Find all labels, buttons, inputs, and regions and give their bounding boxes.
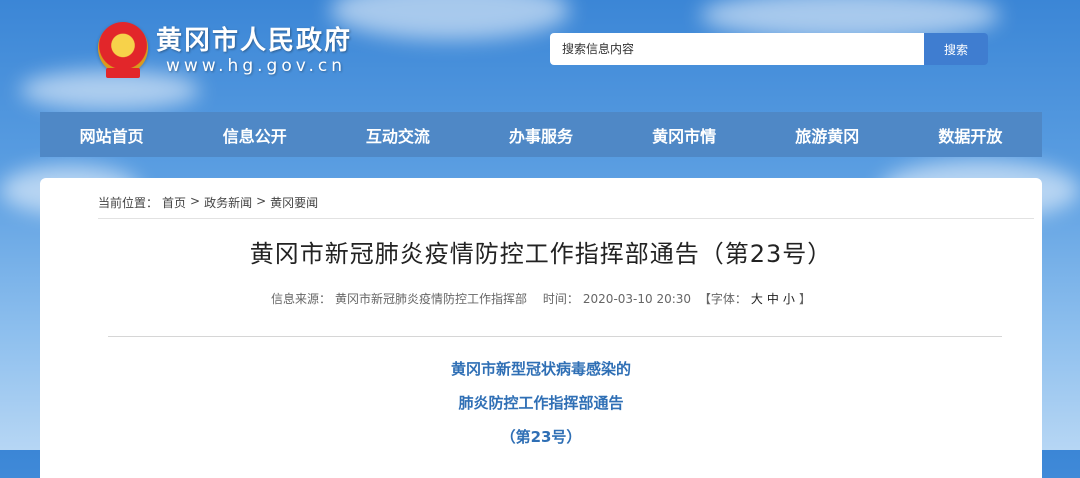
site-name[interactable]: 黄冈市人民政府 xyxy=(156,20,352,57)
notice-heading-line-1: 黄冈市新型冠状病毒感染的 xyxy=(450,360,631,378)
font-size-small-button[interactable]: 小 xyxy=(783,292,795,306)
breadcrumb-home[interactable]: 首页 xyxy=(162,194,186,211)
time-label: 时间： xyxy=(542,292,579,306)
font-size-close-bracket: 】 xyxy=(798,292,811,306)
font-size-medium-button[interactable]: 中 xyxy=(767,292,779,306)
nav-item-info-disclosure[interactable]: 信息公开 xyxy=(183,112,326,157)
nav-item-tourism[interactable]: 旅游黄冈 xyxy=(756,112,899,157)
article-panel: 当前位置： 首页 > 政务新闻 > 黄冈要闻 黄冈市新冠肺炎疫情防控工作指挥部通… xyxy=(40,178,1042,478)
nav-item-city-info[interactable]: 黄冈市情 xyxy=(613,112,756,157)
breadcrumb-separator: > xyxy=(256,194,267,208)
nav-item-open-data[interactable]: 数据开放 xyxy=(899,112,1042,157)
notice-heading-line-2: 肺炎防控工作指挥部通告 xyxy=(458,394,624,412)
notice-heading-line-3: （第23号） xyxy=(500,428,582,446)
breadcrumb-prefix: 当前位置： xyxy=(98,196,159,210)
font-size-label: 【字体： xyxy=(698,292,747,306)
breadcrumb-separator: > xyxy=(190,194,201,208)
article-meta: 信息来源： 黄冈市新冠肺炎疫情防控工作指挥部 时间： 2020-03-10 20:3… xyxy=(40,290,1042,307)
breadcrumb-gov-news[interactable]: 政务新闻 xyxy=(204,194,252,211)
site-header: 黄冈市人民政府 www.hg.gov.cn 搜索 xyxy=(0,0,1080,112)
time-value: 2020-03-10 20:30 xyxy=(582,292,692,306)
breadcrumb-hg-news[interactable]: 黄冈要闻 xyxy=(270,194,318,211)
site-url: www.hg.gov.cn xyxy=(166,56,346,76)
search-input[interactable] xyxy=(550,33,924,65)
divider xyxy=(98,218,1034,219)
source-value: 黄冈市新冠肺炎疫情防控工作指挥部 xyxy=(335,292,528,306)
nav-item-interaction[interactable]: 互动交流 xyxy=(326,112,469,157)
main-nav: 网站首页 信息公开 互动交流 办事服务 黄冈市情 旅游黄冈 数据开放 xyxy=(40,112,1042,157)
source-label: 信息来源： xyxy=(271,292,332,306)
divider xyxy=(108,336,1002,337)
national-emblem-icon xyxy=(98,22,148,78)
article-title: 黄冈市新冠肺炎疫情防控工作指挥部通告（第23号） xyxy=(249,240,833,268)
font-size-large-button[interactable]: 大 xyxy=(751,292,763,306)
nav-item-services[interactable]: 办事服务 xyxy=(469,112,612,157)
breadcrumb: 当前位置： 首页 > 政务新闻 > 黄冈要闻 xyxy=(98,194,318,211)
search-button[interactable]: 搜索 xyxy=(924,33,988,65)
nav-item-home[interactable]: 网站首页 xyxy=(40,112,183,157)
